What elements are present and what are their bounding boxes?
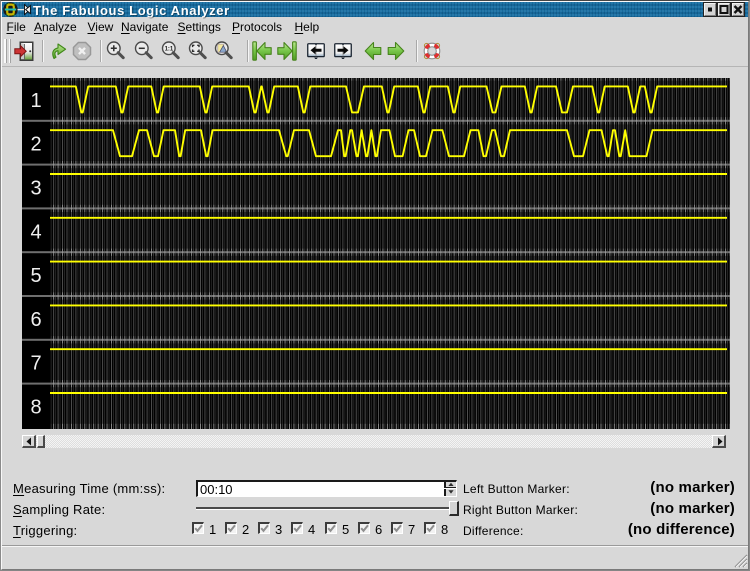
svg-text:1: 1 [30, 90, 41, 112]
svg-text:4: 4 [30, 221, 41, 243]
svg-text:7: 7 [30, 353, 41, 375]
svg-text:2: 2 [30, 134, 41, 156]
svg-text:3: 3 [30, 178, 41, 200]
svg-text:8: 8 [30, 397, 41, 419]
svg-text:5: 5 [30, 265, 41, 287]
svg-text:6: 6 [30, 309, 41, 331]
